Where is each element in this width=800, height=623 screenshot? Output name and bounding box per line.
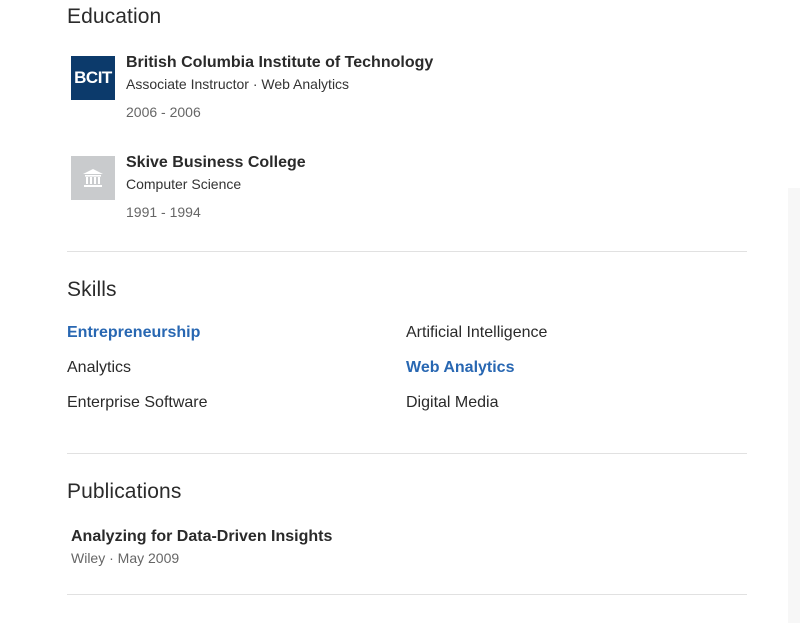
skill-item-entrepreneurship[interactable]: Entrepreneurship xyxy=(67,322,406,344)
skill-item-enterprise-software: Enterprise Software xyxy=(67,394,208,411)
skill-item-artificial-intelligence: Artificial Intelligence xyxy=(406,324,548,341)
section-divider xyxy=(67,453,747,454)
bcit-logo[interactable]: BCIT xyxy=(71,56,115,100)
degree-field: Associate Instructor · Web Analytics xyxy=(126,76,350,92)
skill-item-web-analytics[interactable]: Web Analytics xyxy=(406,357,745,379)
education-dates: 2006 - 2006 xyxy=(126,104,201,120)
education-dates: 1991 - 1994 xyxy=(126,204,201,220)
bcit-logo-text: BCIT xyxy=(74,68,112,87)
education-item-details: Skive Business College Computer Science … xyxy=(126,153,306,223)
school-name[interactable]: Skive Business College xyxy=(126,153,306,173)
building-icon-glyph xyxy=(83,169,103,187)
skill-item-analytics: Analytics xyxy=(67,359,132,376)
school-name[interactable]: British Columbia Institute of Technology xyxy=(126,53,433,73)
section-divider xyxy=(67,251,747,252)
publication-title[interactable]: Analyzing for Data-Driven Insights xyxy=(71,526,332,548)
publication-item[interactable]: Analyzing for Data-Driven Insights Wiley… xyxy=(71,526,332,568)
skills-list: Entrepreneurship Artificial Intelligence… xyxy=(67,322,747,414)
education-section-title: Education xyxy=(67,5,162,28)
skills-section-title: Skills xyxy=(67,278,117,301)
profile-page: Education BCIT British Columbia Institut… xyxy=(0,0,800,623)
education-item[interactable]: BCIT British Columbia Institute of Techn… xyxy=(71,53,671,123)
degree-field: Computer Science xyxy=(126,176,242,192)
building-icon[interactable] xyxy=(71,156,115,200)
right-gutter xyxy=(788,188,800,623)
education-item[interactable]: Skive Business College Computer Science … xyxy=(71,153,671,223)
education-item-details: British Columbia Institute of Technology… xyxy=(126,53,433,123)
publication-meta: Wiley · May 2009 xyxy=(71,550,180,566)
section-divider xyxy=(67,594,747,595)
publications-section-title: Publications xyxy=(67,480,182,503)
skill-item-digital-media: Digital Media xyxy=(406,394,499,411)
